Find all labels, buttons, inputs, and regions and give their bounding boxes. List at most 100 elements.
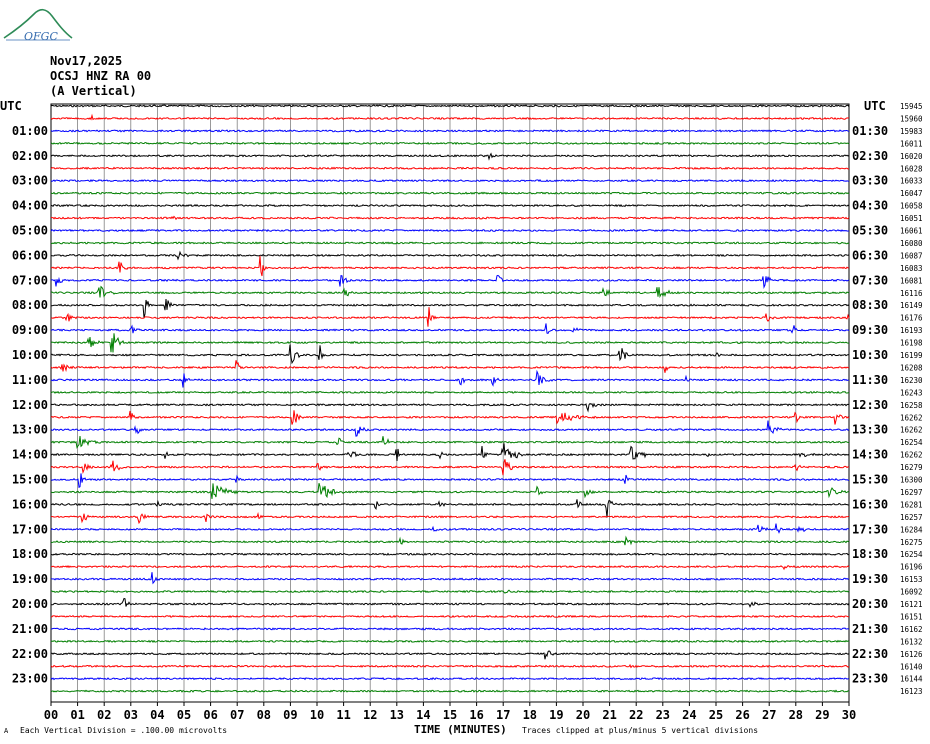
x-tick-label: 08 bbox=[257, 708, 271, 722]
right-hour-label: 17:30 bbox=[852, 522, 888, 536]
trace-count-label: 16275 bbox=[900, 538, 923, 547]
trace-count-label: 16262 bbox=[900, 451, 923, 460]
x-tick-label: 10 bbox=[310, 708, 324, 722]
trace-count-label: 16257 bbox=[900, 513, 923, 522]
trace-count-label: 16254 bbox=[900, 550, 923, 559]
trace-count-label: 16281 bbox=[900, 500, 923, 509]
x-tick-label: 17 bbox=[496, 708, 510, 722]
trace-count-label: 16262 bbox=[900, 426, 923, 435]
left-hour-label: 10:00 bbox=[12, 348, 48, 362]
x-tick-label: 07 bbox=[230, 708, 244, 722]
right-hour-label: 04:30 bbox=[852, 199, 888, 213]
right-hour-label: 19:30 bbox=[852, 572, 888, 586]
left-hour-label: 08:00 bbox=[12, 298, 48, 312]
trace-count-label: 16033 bbox=[900, 177, 923, 186]
trace-count-label: 16254 bbox=[900, 438, 923, 447]
right-hour-label: 16:30 bbox=[852, 497, 888, 511]
x-tick-label: 25 bbox=[709, 708, 723, 722]
trace-count-label: 16162 bbox=[900, 625, 923, 634]
trace-count-label: 16092 bbox=[900, 588, 923, 597]
left-hour-label: 14:00 bbox=[12, 448, 48, 462]
trace-count-label: 16297 bbox=[900, 488, 923, 497]
x-tick-label: 03 bbox=[124, 708, 138, 722]
left-hour-label: 02:00 bbox=[12, 149, 48, 163]
trace-count-label: 16028 bbox=[900, 164, 923, 173]
left-hour-label: 20:00 bbox=[12, 597, 48, 611]
right-hour-label: 09:30 bbox=[852, 323, 888, 337]
x-tick-label: 09 bbox=[283, 708, 297, 722]
left-hour-label: 17:00 bbox=[12, 522, 48, 536]
right-hour-label: 05:30 bbox=[852, 224, 888, 238]
trace-count-label: 15960 bbox=[900, 114, 923, 123]
trace-count-label: 16061 bbox=[900, 227, 923, 236]
trace-count-label: 16149 bbox=[900, 301, 923, 310]
helicorder-plot: 00 01 02 03 04 05 06 07 08 09 10 11 12 13 14 15 16 17 18 19… bbox=[0, 99, 923, 736]
right-hour-label: 21:30 bbox=[852, 622, 888, 636]
trace-count-label: 16121 bbox=[900, 600, 923, 609]
trace-count-label: 16208 bbox=[900, 363, 923, 372]
x-tick-label: 14 bbox=[416, 708, 430, 722]
x-tick-label: 28 bbox=[789, 708, 803, 722]
x-tick-label: 11 bbox=[336, 708, 350, 722]
left-hour-label: 05:00 bbox=[12, 224, 48, 238]
trace-count-label: 16080 bbox=[900, 239, 923, 248]
trace-count-label: 16284 bbox=[900, 525, 923, 534]
right-hour-label: 12:30 bbox=[852, 398, 888, 412]
x-tick-label: 23 bbox=[656, 708, 670, 722]
left-hour-label: 22:00 bbox=[12, 647, 48, 661]
trace-count-label: 15945 bbox=[900, 102, 923, 111]
trace-count-label: 16083 bbox=[900, 264, 923, 273]
trace-count-label: 16081 bbox=[900, 276, 923, 285]
x-tick-label: 27 bbox=[762, 708, 776, 722]
trace-count-label: 16230 bbox=[900, 376, 923, 385]
trace-count-label: 16116 bbox=[900, 289, 923, 298]
x-tick-label: 15 bbox=[443, 708, 457, 722]
footer-right: Traces clipped at plus/minus 5 vertical … bbox=[522, 726, 758, 735]
trace-count-label: 16058 bbox=[900, 202, 923, 211]
right-hour-label: 14:30 bbox=[852, 448, 888, 462]
right-hour-label: 01:30 bbox=[852, 124, 888, 138]
trace-count-label: 16020 bbox=[900, 152, 923, 161]
x-tick-label: 04 bbox=[150, 708, 164, 722]
right-hour-label: 03:30 bbox=[852, 174, 888, 188]
x-axis-title: TIME (MINUTES) bbox=[414, 723, 507, 736]
x-tick-label: 24 bbox=[682, 708, 696, 722]
trace-count-label: 16132 bbox=[900, 637, 923, 646]
right-hour-label: 07:30 bbox=[852, 273, 888, 287]
right-hour-label: 10:30 bbox=[852, 348, 888, 362]
left-hour-label: 21:00 bbox=[12, 622, 48, 636]
x-tick-label: 05 bbox=[177, 708, 191, 722]
left-hour-label: 19:00 bbox=[12, 572, 48, 586]
right-axis-title: UTC bbox=[864, 99, 886, 113]
trace-count-label: 16151 bbox=[900, 612, 923, 621]
left-hour-label: 16:00 bbox=[12, 497, 48, 511]
left-hour-label: 03:00 bbox=[12, 174, 48, 188]
trace-count-label: 16126 bbox=[900, 650, 923, 659]
right-hour-label: 11:30 bbox=[852, 373, 888, 387]
right-hour-label: 15:30 bbox=[852, 473, 888, 487]
left-hour-label: 12:00 bbox=[12, 398, 48, 412]
footer-left: Each Vertical Division = .100.00 microvo… bbox=[20, 726, 227, 735]
x-tick-label: 20 bbox=[576, 708, 590, 722]
trace-count-label: 16047 bbox=[900, 189, 923, 198]
right-hour-label: 23:30 bbox=[852, 672, 888, 686]
trace-count-label: 16123 bbox=[900, 687, 923, 696]
trace-count-label: 16243 bbox=[900, 388, 923, 397]
left-hour-label: 13:00 bbox=[12, 423, 48, 437]
x-tick-label: 16 bbox=[469, 708, 483, 722]
trace-count-label: 16144 bbox=[900, 675, 923, 684]
trace-count-label: 16258 bbox=[900, 401, 923, 410]
trace-count-label: 16199 bbox=[900, 351, 923, 360]
trace-count-label: 16051 bbox=[900, 214, 923, 223]
x-tick-label: 19 bbox=[549, 708, 563, 722]
left-hour-label: 09:00 bbox=[12, 323, 48, 337]
left-hour-label: 04:00 bbox=[12, 199, 48, 213]
x-tick-label: 02 bbox=[97, 708, 111, 722]
x-tick-label: 13 bbox=[390, 708, 404, 722]
left-hour-label: 11:00 bbox=[12, 373, 48, 387]
x-tick-label: 29 bbox=[815, 708, 829, 722]
right-hour-label: 22:30 bbox=[852, 647, 888, 661]
right-hour-label: 06:30 bbox=[852, 248, 888, 262]
x-tick-label: 06 bbox=[203, 708, 217, 722]
x-tick-label: 21 bbox=[602, 708, 616, 722]
